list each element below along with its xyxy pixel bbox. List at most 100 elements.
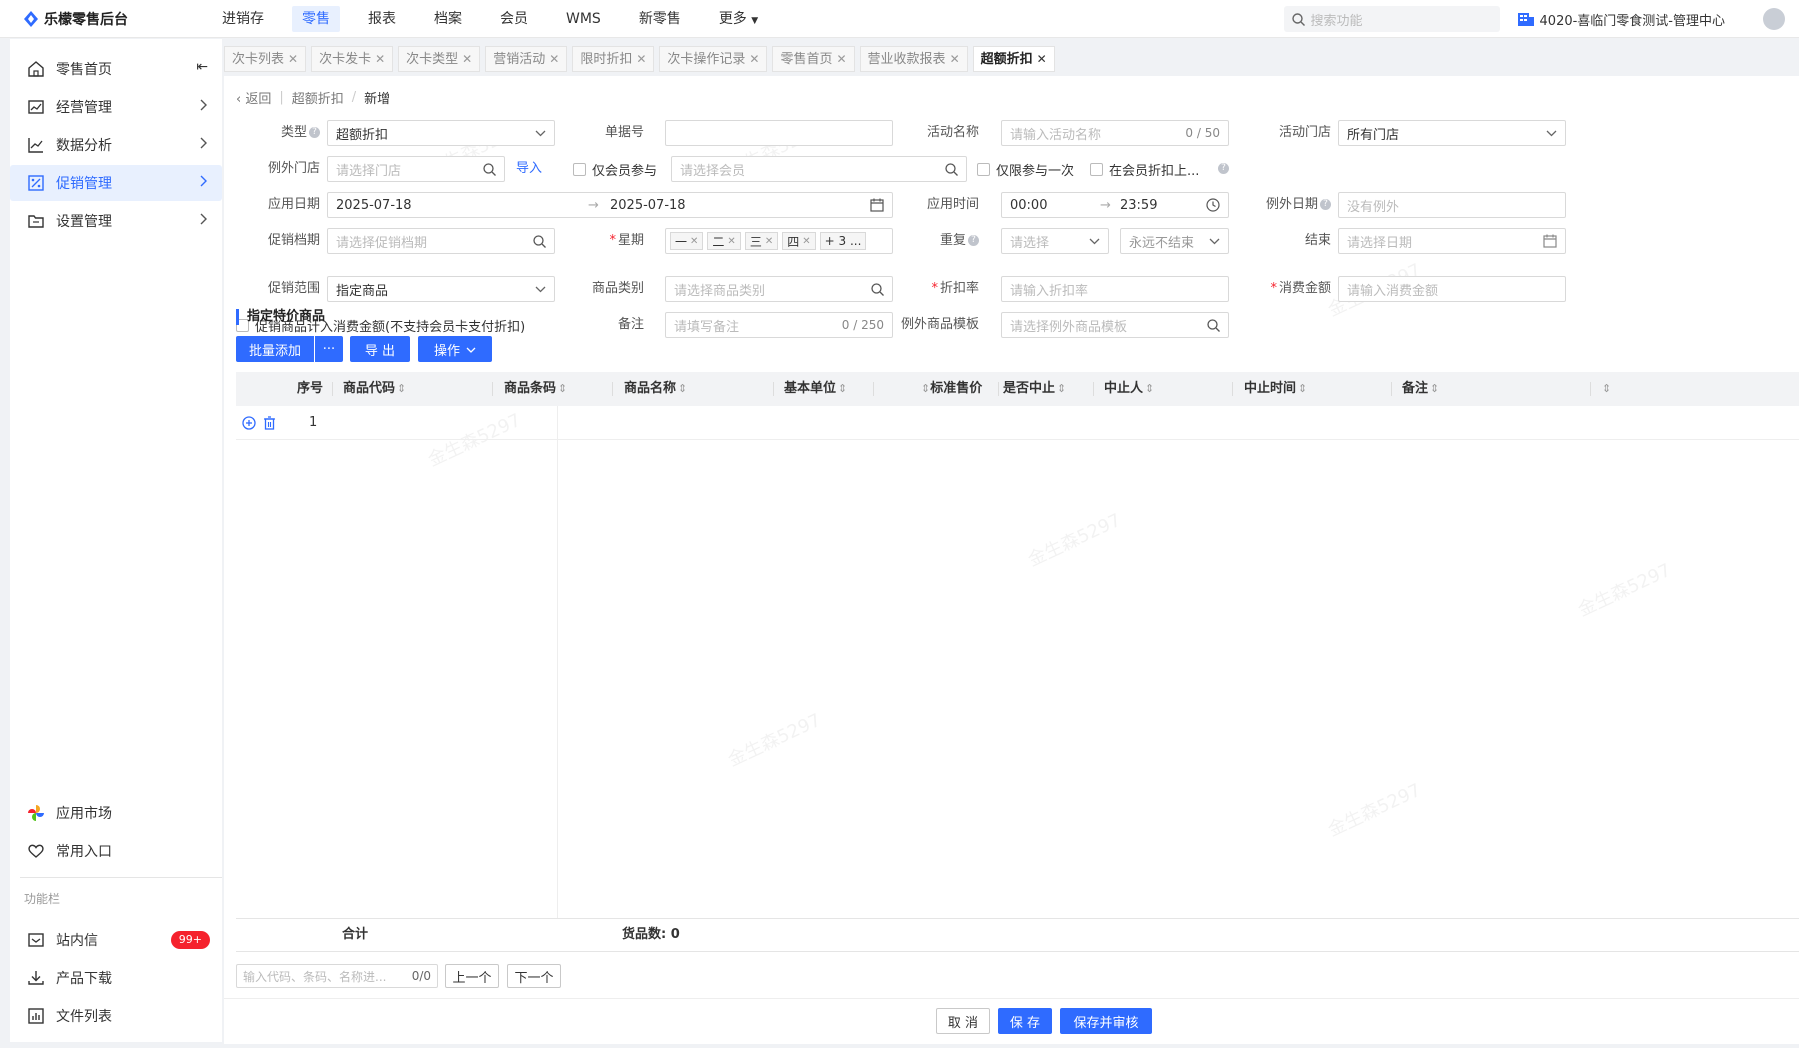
close-icon[interactable]: ✕ (802, 236, 810, 247)
sort-icon[interactable]: ⇕ (1145, 382, 1154, 395)
store-select[interactable]: 所有门店 (1338, 120, 1566, 146)
topnav-item[interactable]: WMS (556, 6, 611, 32)
sidebar-item-operations[interactable]: 经营管理 (10, 89, 222, 125)
row-finder-input[interactable]: 输入代码、条码、名称进... 0/0 (236, 964, 438, 988)
page-tab[interactable]: 次卡类型 ✕ (398, 46, 481, 72)
sort-icon[interactable]: ⇕ (838, 382, 847, 395)
help-icon[interactable]: ? (1215, 156, 1229, 182)
save-button[interactable]: 保 存 (998, 1008, 1052, 1034)
except-store-input[interactable]: 请选择门店 (327, 156, 505, 182)
page-tab[interactable]: 次卡发卡 ✕ (311, 46, 394, 72)
amount-input[interactable]: 请输入消费金额 (1338, 276, 1566, 302)
batch-add-more-button[interactable]: ··· (315, 336, 343, 362)
weekday-tag[interactable]: 一 ✕ (670, 232, 704, 250)
breadcrumb-parent[interactable]: 超额折扣 (292, 88, 344, 107)
column-header[interactable]: 备注 ⇕ (1402, 372, 1439, 406)
schedule-input[interactable]: 请选择促销档期 (327, 228, 555, 254)
close-icon[interactable]: ✕ (636, 52, 646, 66)
topnav-item[interactable]: 会员 (490, 6, 538, 32)
checkbox-box[interactable] (573, 162, 586, 176)
page-tab[interactable]: 次卡操作记录 ✕ (659, 46, 768, 72)
weekday-multiselect[interactable]: 一 ✕ 二 ✕ 三 ✕ 四 ✕ + 3 ... (665, 228, 893, 254)
except-template-input[interactable]: 请选择例外商品模板 (1001, 312, 1229, 338)
topnav-item-active[interactable]: 零售 (292, 5, 340, 32)
page-tab-active[interactable]: 超额折扣 ✕ (972, 46, 1055, 72)
sort-icon[interactable]: ⇕ (397, 382, 406, 395)
category-input[interactable]: 请选择商品类别 (665, 276, 893, 302)
search-icon[interactable] (483, 162, 496, 176)
topnav-item[interactable]: 进销存 (212, 6, 274, 32)
scope-select[interactable]: 指定商品 (327, 276, 555, 302)
sidebar-item-settings[interactable]: 设置管理 (10, 203, 222, 239)
delete-row-icon[interactable] (263, 416, 276, 434)
discount-input[interactable]: 请输入折扣率 (1001, 276, 1229, 302)
page-tab[interactable]: 零售首页 ✕ (772, 46, 855, 72)
calendar-icon[interactable] (870, 198, 884, 212)
member-input[interactable]: 请选择会员 (671, 156, 967, 182)
sidebar-item-analysis[interactable]: 数据分析 (10, 127, 222, 163)
weekday-more-tag[interactable]: + 3 ... (819, 232, 867, 250)
repeat-select[interactable]: 请选择 (1001, 228, 1109, 254)
close-icon[interactable]: ✕ (749, 52, 759, 66)
close-icon[interactable]: ✕ (950, 52, 960, 66)
weekday-tag[interactable]: 三 ✕ (744, 232, 779, 250)
end-date-input[interactable]: 请选择日期 (1338, 228, 1566, 254)
calendar-icon[interactable] (1543, 234, 1557, 248)
close-icon[interactable]: ✕ (1037, 52, 1047, 66)
column-header[interactable]: 是否中止 ⇕ (1003, 372, 1066, 406)
close-icon[interactable]: ✕ (836, 52, 846, 66)
weekday-tag[interactable]: 二 ✕ (707, 232, 741, 250)
sort-icon[interactable]: ⇕ (1602, 382, 1611, 395)
once-only-checkbox[interactable]: 仅限参与一次 (977, 156, 1074, 182)
search-icon[interactable] (945, 162, 958, 176)
search-icon[interactable] (1207, 318, 1220, 332)
page-tab[interactable]: 限时折扣 ✕ (572, 46, 655, 72)
import-link[interactable]: 导入 (516, 156, 542, 182)
clock-icon[interactable] (1206, 198, 1220, 212)
apply-time-range[interactable]: 00:00 → 23:59 (1001, 192, 1229, 218)
sort-icon[interactable]: ⇕ (558, 382, 567, 395)
app-logo[interactable]: 乐檬零售后台 (0, 9, 200, 29)
topnav-item[interactable]: 档案 (424, 6, 472, 32)
sidebar-item-downloads[interactable]: 产品下载 (10, 960, 222, 996)
export-button[interactable]: 导 出 (350, 336, 410, 362)
page-tab[interactable]: 次卡列表 ✕ (224, 46, 307, 72)
help-icon[interactable]: ? (1320, 199, 1331, 210)
column-header[interactable]: 商品条码 ⇕ (504, 372, 567, 406)
close-icon[interactable]: ✕ (375, 52, 385, 66)
checkbox-box[interactable] (1090, 162, 1103, 176)
sort-icon[interactable]: ⇕ (1430, 382, 1439, 395)
page-tab[interactable]: 营业收款报表 ✕ (859, 46, 968, 72)
remark-input[interactable]: 请填写备注 0 / 250 (665, 312, 893, 338)
order-no-input[interactable] (665, 120, 893, 146)
topnav-item[interactable]: 新零售 (629, 6, 691, 32)
weekday-tag[interactable]: 四 ✕ (782, 232, 816, 250)
close-icon[interactable]: ✕ (765, 236, 773, 247)
sidebar-item-app-market[interactable]: 应用市场 (10, 795, 222, 831)
help-icon[interactable]: ? (309, 127, 320, 138)
sort-icon[interactable]: ⇕ (678, 382, 687, 395)
sort-icon[interactable]: ⇕ (1057, 382, 1066, 395)
checkbox-box[interactable] (977, 162, 990, 176)
sidebar-item-favorites[interactable]: 常用入口 (10, 833, 222, 869)
type-select[interactable]: 超额折扣 (327, 120, 555, 146)
member-discount-checkbox[interactable]: 在会员折扣上... (1090, 156, 1199, 182)
page-tab[interactable]: 营销活动 ✕ (485, 46, 568, 72)
next-match-button[interactable]: 下一个 (507, 964, 561, 988)
batch-add-button[interactable]: 批量添加 (236, 336, 314, 362)
sidebar-item-files[interactable]: 文件列表 (10, 998, 222, 1034)
apply-date-range[interactable]: 2025-07-18 → 2025-07-18 (327, 192, 893, 218)
column-header[interactable]: 中止时间 ⇕ (1244, 372, 1307, 406)
org-switcher[interactable]: 4020-喜临门零食测试-管理中心 (1517, 10, 1725, 29)
operations-button[interactable]: 操作 (418, 336, 492, 362)
column-settings[interactable]: ⇕ (1600, 372, 1611, 406)
column-header[interactable]: ⇕标准售价 (919, 372, 982, 406)
except-date-input[interactable]: 没有例外 (1338, 192, 1566, 218)
column-header[interactable]: 商品代码 ⇕ (343, 372, 406, 406)
prev-match-button[interactable]: 上一个 (445, 964, 499, 988)
column-header[interactable]: 中止人 ⇕ (1104, 372, 1154, 406)
column-header[interactable]: 商品名称 ⇕ (624, 372, 687, 406)
save-and-audit-button[interactable]: 保存并审核 (1060, 1008, 1152, 1034)
member-only-checkbox[interactable]: 仅会员参与 (573, 156, 657, 182)
search-icon[interactable] (533, 234, 546, 248)
